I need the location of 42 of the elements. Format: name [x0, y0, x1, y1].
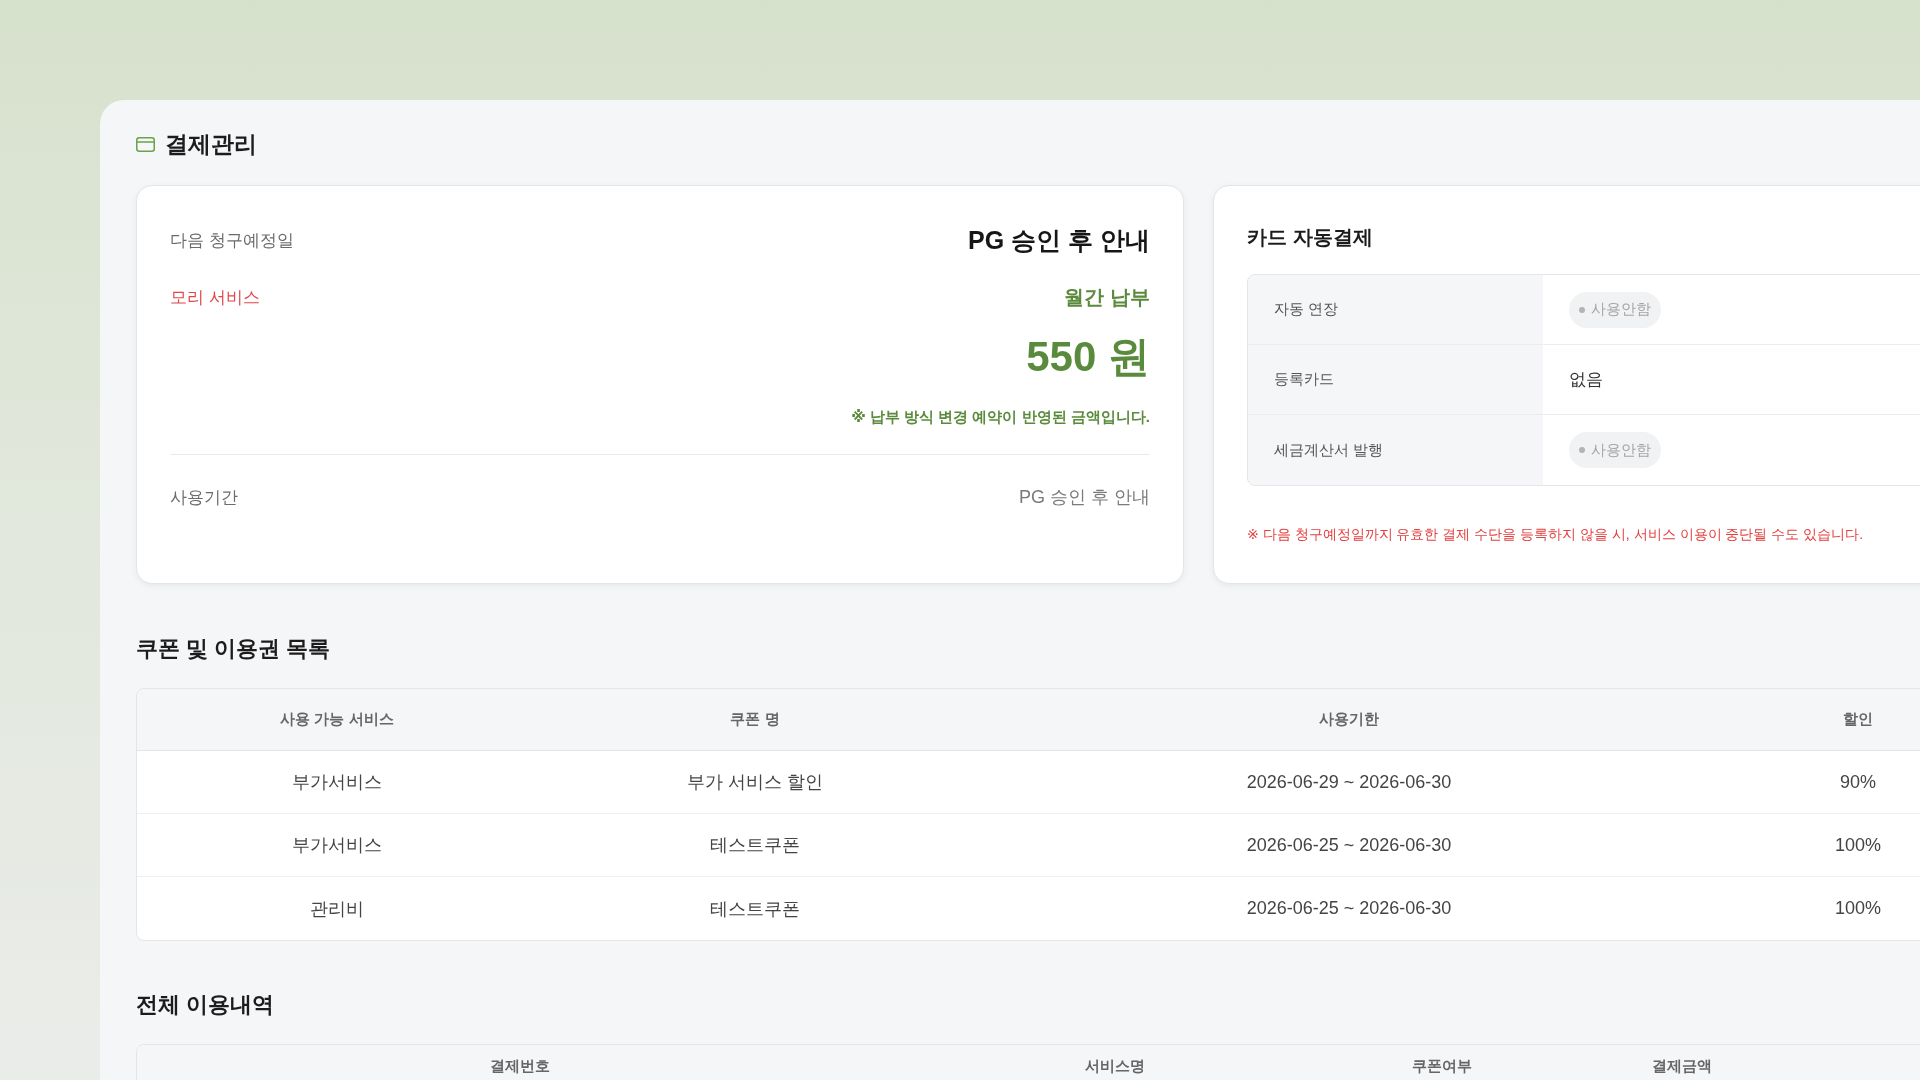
payment-cycle: 월간 납부	[1064, 284, 1150, 310]
column-header: 사용 가능 서비스	[279, 709, 395, 729]
table-cell-text: 부가 서비스 할인	[686, 771, 824, 794]
column-header: 사용기한	[1318, 709, 1380, 729]
page-title: 결제관리	[165, 130, 257, 158]
table-cell-text: 2026-06-25 ~ 2026-06-30	[1245, 833, 1453, 857]
column-header: 쿠폰 명	[729, 709, 781, 729]
section-title: 쿠폰 및 이용권 목록	[136, 635, 331, 663]
billing-date-label: 다음 청구예정일	[170, 229, 294, 252]
table-cell-text: 100%	[1833, 897, 1882, 920]
table-cell-text: 테스트쿠폰	[709, 897, 801, 921]
row-label: 세금계산서 발행	[1248, 415, 1543, 485]
column-header: 쿠폰여부	[1411, 1056, 1473, 1076]
table-cell-text: 관리비	[309, 897, 365, 921]
section-title: 전체 이용내역	[136, 991, 275, 1019]
status-label: 사용안함	[1591, 300, 1651, 319]
table-cell-text: 부가서비스	[291, 834, 383, 857]
table-cell-text: 100%	[1833, 833, 1882, 857]
status-dot-icon	[1579, 306, 1585, 313]
row-label: 등록카드	[1248, 345, 1543, 415]
amount-note: ※ 납부 방식 변경 예약이 반영된 금액입니다.	[851, 407, 1150, 427]
row-label: 자동 연장	[1248, 275, 1543, 345]
column-header: 결제금액	[1651, 1056, 1713, 1076]
billing-date-value: PG 승인 후 안내	[968, 224, 1150, 256]
credit-card-icon	[136, 136, 155, 152]
card-title: 카드 자동결제	[1247, 225, 1373, 250]
table-cell-text: 90%	[1839, 770, 1877, 794]
table-cell-text: 2026-06-29 ~ 2026-06-30	[1245, 770, 1453, 794]
table-cell-text: 테스트쿠폰	[709, 834, 801, 857]
table-cell-text: 부가서비스	[291, 771, 383, 794]
notice-text: ※ 다음 청구예정일까지 유효한 결제 수단을 등록하지 않을 시, 서비스 이용이 중단될 수도 있습니다.	[1247, 525, 1864, 544]
row-value: 없음	[1569, 369, 1603, 391]
status-dot-icon	[1579, 447, 1585, 453]
column-header: 결제번호	[489, 1056, 551, 1076]
service-name: 모리 서비스	[170, 286, 260, 309]
status-label: 사용안함	[1591, 440, 1651, 460]
period-label: 사용기간	[170, 486, 238, 509]
column-header: 서비스명	[1084, 1056, 1146, 1076]
table-cell-text: 2026-06-25 ~ 2026-06-30	[1245, 897, 1453, 920]
period-value: PG 승인 후 안내	[1019, 486, 1150, 509]
column-header: 할인	[1842, 709, 1874, 729]
amount-value: 550 원	[1026, 332, 1150, 382]
